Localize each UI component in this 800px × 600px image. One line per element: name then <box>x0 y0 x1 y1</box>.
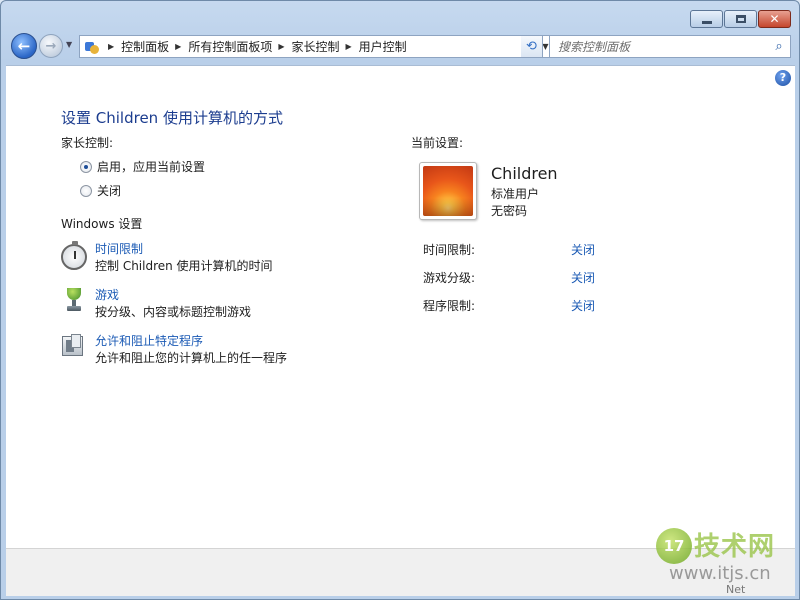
minimize-button[interactable] <box>690 10 723 28</box>
parental-controls-label: 家长控制: <box>61 136 114 150</box>
radio-off-label: 关闭 <box>97 184 122 198</box>
maximize-icon <box>735 15 746 23</box>
maximize-button[interactable] <box>724 10 757 28</box>
search-input[interactable] <box>558 39 768 54</box>
refresh-icon: ⟲ <box>526 39 537 54</box>
setting-value-link[interactable]: 关闭 <box>571 297 595 314</box>
watermark-badge: 17 <box>656 528 692 564</box>
help-icon[interactable]: ? <box>775 70 791 86</box>
user-password-status: 无密码 <box>491 204 528 218</box>
chevron-down-icon: ▼ <box>66 40 73 49</box>
arrow-right-icon: → <box>45 38 57 54</box>
setting-key: 程序限制: <box>423 299 476 313</box>
breadcrumb-all-items[interactable]: 所有控制面板项 <box>188 38 272 55</box>
games-desc: 按分级、内容或标题控制游戏 <box>95 305 252 319</box>
watermark-title: 技术网 <box>694 532 776 562</box>
search-box: ⌕ <box>549 35 791 58</box>
breadcrumb-separator-icon[interactable]: ▶ <box>346 42 352 51</box>
radio-button-checked[interactable] <box>80 160 92 173</box>
user-account-type: 标准用户 <box>491 187 540 201</box>
search-icon[interactable]: ⌕ <box>768 39 790 54</box>
page-title: 设置 Children 使用计算机的方式 <box>61 109 283 127</box>
back-button[interactable]: ← <box>11 33 37 59</box>
navigation-bar: ← → ▼ ▶ 控制面板 ▶ 所有控制面板项 ▶ 家长控制 ▶ 用户控制 ▼ ⟲… <box>9 33 791 61</box>
time-limits-link[interactable]: 时间限制 <box>95 240 143 257</box>
current-settings-label: 当前设置: <box>411 136 464 150</box>
close-button[interactable]: ✕ <box>758 10 791 28</box>
minimize-icon <box>701 20 712 24</box>
forward-button[interactable]: → <box>39 34 63 58</box>
user-avatar <box>419 162 477 220</box>
breadcrumb-user-controls[interactable]: 用户控制 <box>359 38 407 55</box>
watermark: 17 技术网 www.itjs.cn Net <box>651 526 800 600</box>
games-link[interactable]: 游戏 <box>95 286 119 303</box>
radio-enable-label: 启用，应用当前设置 <box>97 160 206 174</box>
programs-desc: 允许和阻止您的计算机上的任一程序 <box>95 351 288 365</box>
radio-enable[interactable]: 启用，应用当前设置 <box>80 158 205 175</box>
setting-value-link[interactable]: 关闭 <box>571 241 595 258</box>
arrow-left-icon: ← <box>17 37 31 55</box>
time-limits-desc: 控制 Children 使用计算机的时间 <box>95 259 273 273</box>
content-pane: ? 设置 Children 使用计算机的方式 家长控制: 启用，应用当前设置 关… <box>6 65 795 548</box>
window: ✕ ← → ▼ ▶ 控制面板 ▶ 所有控制面板项 ▶ 家长控制 ▶ 用户控制 ▼… <box>0 0 800 600</box>
program-icon <box>61 334 87 360</box>
watermark-url: www.itjs.cn <box>669 563 771 584</box>
programs-link[interactable]: 允许和阻止特定程序 <box>95 332 203 349</box>
breadcrumb-parental-controls[interactable]: 家长控制 <box>292 38 340 55</box>
setting-value-link[interactable]: 关闭 <box>571 269 595 286</box>
setting-key: 时间限制: <box>423 243 476 257</box>
address-bar[interactable]: ▶ 控制面板 ▶ 所有控制面板项 ▶ 家长控制 ▶ 用户控制 ▼ <box>79 35 554 58</box>
trophy-icon <box>61 288 87 314</box>
radio-off[interactable]: 关闭 <box>80 182 121 199</box>
setting-key: 游戏分级: <box>423 271 476 285</box>
close-icon: ✕ <box>769 12 780 26</box>
refresh-button[interactable]: ⟲ <box>521 35 543 58</box>
flower-picture-icon <box>423 166 473 216</box>
watermark-small: Net <box>726 583 746 596</box>
windows-settings-label: Windows 设置 <box>61 217 143 231</box>
control-panel-icon <box>84 39 100 55</box>
recent-pages-button[interactable]: ▼ <box>66 40 72 49</box>
breadcrumb-separator-icon[interactable]: ▶ <box>175 42 181 51</box>
user-name: Children <box>491 164 558 183</box>
breadcrumb-separator-icon[interactable]: ▶ <box>278 42 284 51</box>
breadcrumb-separator-icon[interactable]: ▶ <box>108 42 114 51</box>
breadcrumb-control-panel[interactable]: 控制面板 <box>121 38 169 55</box>
radio-button[interactable] <box>80 184 92 197</box>
stopwatch-icon <box>61 241 87 270</box>
caption-buttons: ✕ <box>690 10 791 28</box>
